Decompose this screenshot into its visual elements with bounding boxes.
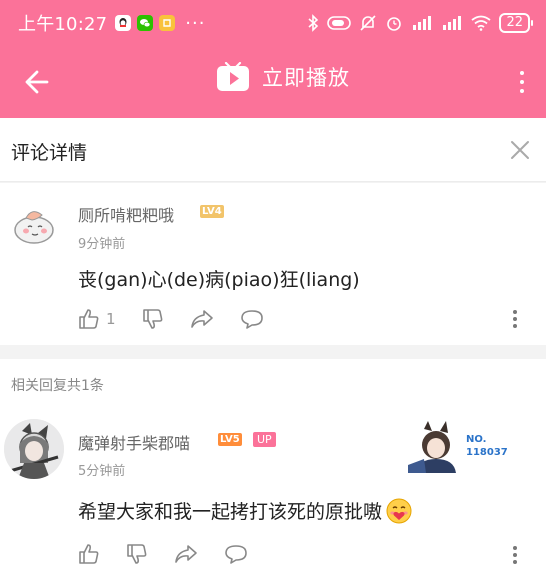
love-emoji-icon bbox=[386, 498, 412, 523]
fan-number-badge: NO. 118037 bbox=[408, 421, 518, 473]
more-options-button[interactable] bbox=[512, 64, 532, 100]
reply-button[interactable] bbox=[224, 543, 248, 565]
fan-number-prefix: NO. bbox=[466, 434, 487, 445]
toggle-icon bbox=[327, 16, 352, 30]
replies-header: 相关回复共1条 bbox=[0, 359, 546, 407]
qq-icon bbox=[115, 15, 132, 31]
share-button[interactable] bbox=[174, 543, 198, 565]
close-icon[interactable] bbox=[510, 140, 530, 160]
comment-menu-button[interactable] bbox=[512, 546, 518, 564]
notification-icons bbox=[115, 15, 176, 31]
username[interactable]: 魔弹射手柴郡喵 bbox=[78, 430, 190, 454]
play-now-label: 立即播放 bbox=[262, 66, 350, 90]
back-arrow-icon bbox=[25, 70, 49, 94]
mini-app-icon bbox=[159, 15, 176, 31]
signal-2-icon bbox=[443, 16, 462, 30]
thumb-up-icon bbox=[79, 544, 99, 564]
reply-button[interactable] bbox=[240, 308, 264, 330]
back-button[interactable] bbox=[18, 64, 54, 100]
reply-comment: 魔弹射手柴郡喵 LV5 UP NO. 118037 5分钟前 希望大家和我一起拷… bbox=[0, 407, 546, 583]
comment-text-line: 希望大家和我一起拷打该死的原批嗷 bbox=[78, 497, 412, 524]
comment-text: 希望大家和我一起拷打该死的原批嗷 bbox=[78, 501, 383, 523]
like-button[interactable] bbox=[78, 543, 100, 565]
comment-icon bbox=[225, 545, 247, 564]
level-badge: LV5 bbox=[218, 433, 242, 446]
dislike-button[interactable] bbox=[126, 543, 148, 565]
dislike-button[interactable] bbox=[142, 308, 164, 330]
comment-time: 5分钟前 bbox=[78, 464, 126, 479]
wechat-icon bbox=[137, 15, 154, 31]
main-comment: 厕所啃粑粑哦 LV4 9分钟前 丧(gan)心(de)病(piao)狂(lian… bbox=[0, 183, 546, 345]
up-badge: UP bbox=[253, 432, 276, 447]
fan-number-label: NO. 118037 bbox=[466, 433, 508, 459]
avatar[interactable] bbox=[4, 419, 64, 479]
mute-bell-icon bbox=[360, 15, 377, 31]
level-badge: LV4 bbox=[200, 205, 224, 218]
fan-number-value: 118037 bbox=[466, 447, 508, 458]
play-now-button[interactable]: 立即播放 bbox=[216, 62, 350, 92]
title-bar: 立即播放 bbox=[0, 46, 546, 118]
comment-actions bbox=[78, 543, 274, 565]
thumb-down-icon bbox=[142, 309, 162, 329]
bluetooth-icon bbox=[308, 14, 319, 32]
status-time: 上午10:27 bbox=[18, 14, 108, 35]
comment-actions: 1 bbox=[78, 308, 290, 330]
signal-1-icon bbox=[413, 16, 432, 30]
thumb-up-icon bbox=[79, 309, 99, 329]
tv-play-icon bbox=[217, 62, 249, 91]
battery-indicator: 22 bbox=[499, 13, 533, 33]
comment-time: 9分钟前 bbox=[78, 237, 126, 252]
username[interactable]: 厕所啃粑粑哦 bbox=[78, 202, 174, 226]
like-count: 1 bbox=[106, 310, 116, 328]
comment-text: 丧(gan)心(de)病(piao)狂(liang) bbox=[78, 269, 360, 291]
comment-icon bbox=[240, 310, 263, 329]
wifi-icon bbox=[471, 15, 492, 31]
avatar[interactable] bbox=[12, 203, 58, 249]
comment-detail-header: 评论详情 bbox=[0, 118, 546, 182]
status-bar: 上午10:27 ··· 22 bbox=[0, 0, 546, 46]
comment-menu-button[interactable] bbox=[512, 310, 518, 328]
thumb-down-icon bbox=[127, 544, 147, 564]
detail-title: 评论详情 bbox=[11, 142, 88, 164]
share-icon bbox=[175, 545, 197, 563]
system-icons: 22 bbox=[307, 13, 533, 33]
like-button[interactable]: 1 bbox=[78, 308, 116, 330]
reply-count-label: 相关回复共1条 bbox=[11, 378, 104, 394]
more-notifications-icon: ··· bbox=[185, 12, 206, 34]
alarm-icon bbox=[387, 17, 402, 31]
share-button[interactable] bbox=[190, 308, 214, 330]
share-icon bbox=[190, 310, 213, 328]
